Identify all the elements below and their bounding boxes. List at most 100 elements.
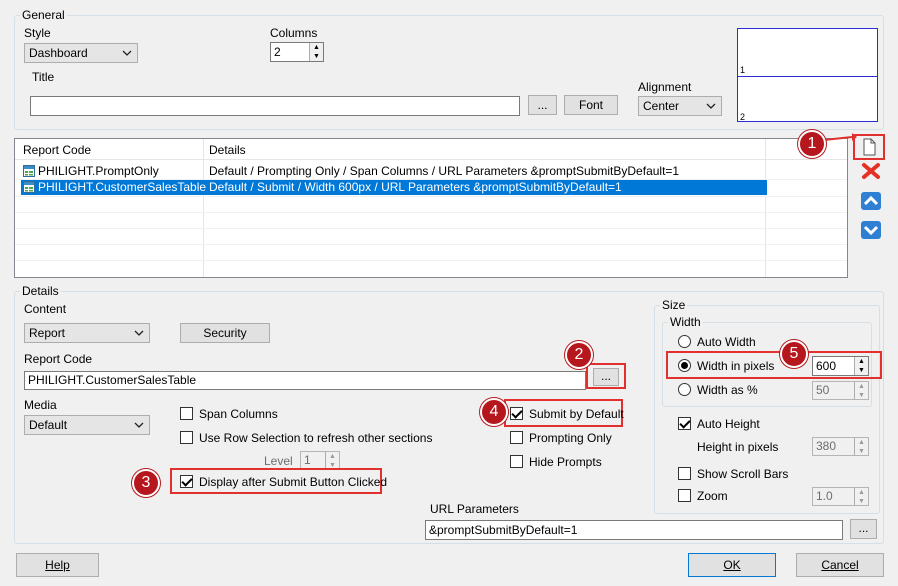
width-as-percent-label[interactable]: Width as % bbox=[697, 383, 758, 397]
ok-button[interactable]: OK bbox=[688, 553, 776, 577]
report-code-input[interactable]: PHILIGHT.CustomerSalesTable bbox=[24, 371, 586, 390]
height-stepper[interactable]: 380 ▲ ▼ bbox=[812, 437, 869, 456]
span-columns-label[interactable]: Span Columns bbox=[199, 407, 278, 421]
spin-down-icon[interactable]: ▼ bbox=[855, 366, 868, 375]
chevron-down-icon bbox=[122, 50, 132, 56]
spin-up-icon[interactable]: ▲ bbox=[855, 488, 868, 497]
submit-by-default-checkbox[interactable] bbox=[510, 407, 523, 420]
size-legend: Size bbox=[662, 298, 686, 312]
style-dropdown[interactable]: Dashboard bbox=[24, 43, 138, 63]
chevron-down-icon bbox=[706, 103, 716, 109]
spin-up-icon[interactable]: ▲ bbox=[326, 452, 339, 461]
show-scroll-bars-label[interactable]: Show Scroll Bars bbox=[697, 467, 788, 481]
delete-icon[interactable] bbox=[859, 160, 883, 182]
display-after-submit-label[interactable]: Display after Submit Button Clicked bbox=[199, 475, 387, 489]
auto-height-label[interactable]: Auto Height bbox=[697, 417, 760, 431]
zoom-spin[interactable]: ▲ ▼ bbox=[854, 488, 868, 505]
spin-down-icon[interactable]: ▼ bbox=[310, 52, 323, 61]
height-spin[interactable]: ▲ ▼ bbox=[854, 438, 868, 455]
url-params-ellipsis-button[interactable]: ... bbox=[850, 519, 877, 539]
header-report-code[interactable]: Report Code bbox=[23, 143, 91, 157]
content-dropdown[interactable]: Report bbox=[24, 323, 150, 343]
callout-5: 5 bbox=[780, 340, 808, 368]
zoom-label[interactable]: Zoom bbox=[697, 489, 728, 503]
alignment-dropdown[interactable]: Center bbox=[638, 96, 722, 116]
column-separator bbox=[203, 139, 204, 277]
columns-stepper[interactable]: 2 ▲ ▼ bbox=[270, 42, 324, 62]
column-separator bbox=[765, 139, 766, 277]
zoom-value: 1.0 bbox=[816, 489, 833, 503]
help-button[interactable]: Help bbox=[16, 553, 99, 577]
header-details[interactable]: Details bbox=[209, 143, 246, 157]
level-value: 1 bbox=[304, 453, 311, 467]
security-button[interactable]: Security bbox=[180, 323, 270, 343]
auto-width-label[interactable]: Auto Width bbox=[697, 335, 756, 349]
report-code-label: Report Code bbox=[24, 352, 93, 366]
grid-line bbox=[15, 196, 847, 197]
width-pixels-spin[interactable]: ▲ ▼ bbox=[854, 357, 868, 375]
title-label: Title bbox=[32, 70, 55, 84]
table-row-selected[interactable]: PHILIGHT.CustomerSalesTable Default / Su… bbox=[21, 179, 767, 195]
submit-by-default-label[interactable]: Submit by Default bbox=[529, 407, 624, 421]
auto-width-radio[interactable] bbox=[678, 335, 691, 348]
width-in-pixels-label[interactable]: Width in pixels bbox=[697, 359, 774, 373]
report-list-header: Report Code Details bbox=[15, 139, 847, 160]
title-ellipsis-button[interactable]: ... bbox=[528, 95, 557, 115]
use-row-selection-checkbox[interactable] bbox=[180, 431, 193, 444]
zoom-stepper[interactable]: 1.0 ▲ ▼ bbox=[812, 487, 869, 506]
grid-line bbox=[15, 212, 847, 213]
report-table-icon bbox=[23, 181, 35, 193]
width-legend: Width bbox=[670, 315, 701, 329]
hide-prompts-label[interactable]: Hide Prompts bbox=[529, 455, 602, 469]
width-pixels-stepper[interactable]: 600 ▲ ▼ bbox=[812, 356, 869, 376]
spin-up-icon[interactable]: ▲ bbox=[855, 357, 868, 366]
media-dropdown[interactable]: Default bbox=[24, 415, 150, 435]
height-in-pixels-label: Height in pixels bbox=[697, 440, 779, 454]
spin-down-icon[interactable]: ▼ bbox=[855, 497, 868, 506]
columns-spin[interactable]: ▲ ▼ bbox=[309, 43, 323, 61]
prompting-only-label[interactable]: Prompting Only bbox=[529, 431, 612, 445]
display-after-submit-checkbox[interactable] bbox=[180, 475, 193, 488]
grid-line bbox=[15, 244, 847, 245]
report-code-ellipsis-button[interactable]: ... bbox=[593, 368, 619, 386]
chevron-down-icon bbox=[134, 330, 144, 336]
grid-line bbox=[15, 260, 847, 261]
spin-down-icon[interactable]: ▼ bbox=[855, 447, 868, 456]
use-row-selection-label[interactable]: Use Row Selection to refresh other secti… bbox=[199, 431, 432, 445]
width-in-pixels-radio[interactable] bbox=[678, 359, 691, 372]
move-up-icon[interactable] bbox=[859, 190, 883, 212]
spin-up-icon[interactable]: ▲ bbox=[310, 43, 323, 52]
new-document-icon[interactable] bbox=[857, 136, 881, 158]
row-report-code: PHILIGHT.PromptOnly bbox=[38, 164, 159, 178]
url-params-label: URL Parameters bbox=[430, 502, 519, 516]
spin-up-icon[interactable]: ▲ bbox=[855, 382, 868, 391]
width-percent-value: 50 bbox=[816, 383, 830, 397]
hide-prompts-checkbox[interactable] bbox=[510, 455, 523, 468]
auto-height-checkbox[interactable] bbox=[678, 417, 691, 430]
spin-up-icon[interactable]: ▲ bbox=[855, 438, 868, 447]
table-row[interactable]: PHILIGHT.PromptOnly Default / Prompting … bbox=[21, 163, 767, 179]
preview-label-2: 2 bbox=[740, 112, 746, 122]
zoom-checkbox[interactable] bbox=[678, 489, 691, 502]
cancel-button[interactable]: Cancel bbox=[796, 553, 884, 577]
move-down-icon[interactable] bbox=[859, 219, 883, 241]
spin-down-icon[interactable]: ▼ bbox=[855, 391, 868, 400]
general-legend: General bbox=[22, 8, 65, 22]
media-label: Media bbox=[24, 398, 57, 412]
width-percent-stepper[interactable]: 50 ▲ ▼ bbox=[812, 381, 869, 400]
font-button[interactable]: Font bbox=[564, 95, 618, 115]
height-value: 380 bbox=[816, 439, 837, 453]
ok-label: OK bbox=[723, 558, 741, 572]
show-scroll-bars-checkbox[interactable] bbox=[678, 467, 691, 480]
prompting-only-checkbox[interactable] bbox=[510, 431, 523, 444]
title-input[interactable] bbox=[30, 96, 520, 116]
report-list[interactable]: Report Code Details PHILIGHT.PromptOnly … bbox=[14, 138, 848, 278]
level-spin[interactable]: ▲ ▼ bbox=[325, 452, 339, 469]
width-percent-spin[interactable]: ▲ ▼ bbox=[854, 382, 868, 399]
url-params-input[interactable]: &promptSubmitByDefault=1 bbox=[425, 520, 843, 540]
span-columns-checkbox[interactable] bbox=[180, 407, 193, 420]
width-as-percent-radio[interactable] bbox=[678, 383, 691, 396]
media-value: Default bbox=[29, 418, 68, 432]
details-legend: Details bbox=[22, 284, 59, 298]
level-label: Level bbox=[264, 454, 293, 468]
